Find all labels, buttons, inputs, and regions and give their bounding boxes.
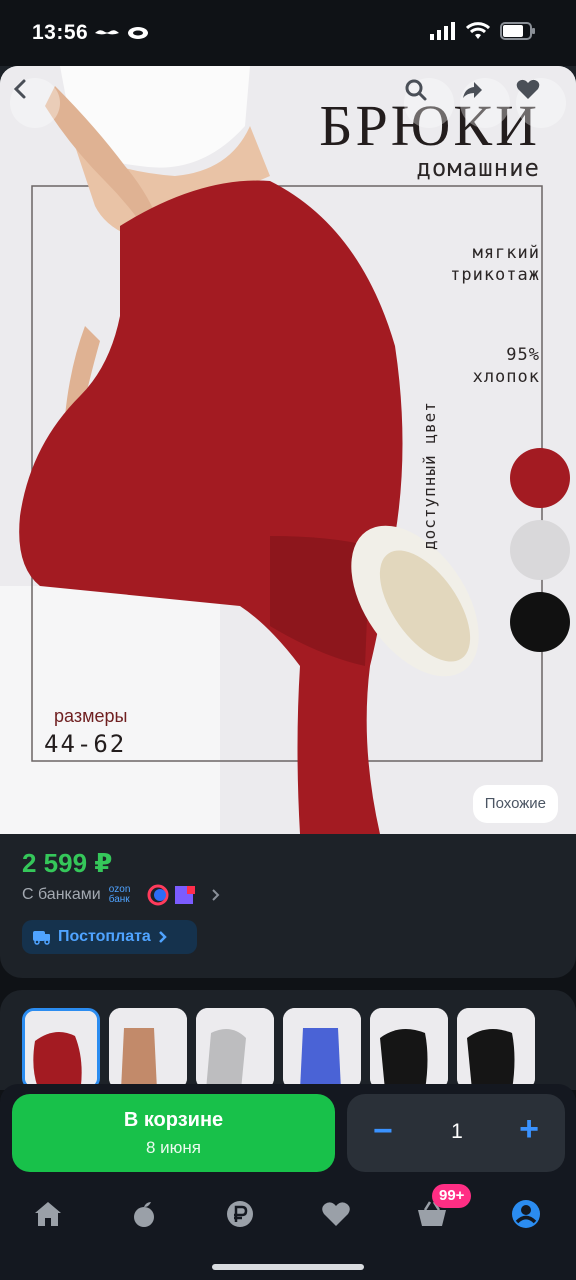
cart-count-badge: 99+	[432, 1184, 472, 1208]
favorite-button[interactable]	[516, 78, 566, 128]
ad-feature-soft-line1: мягкий	[472, 243, 540, 263]
tab-home[interactable]	[28, 1194, 68, 1234]
swatch-red	[510, 448, 570, 508]
delivery-date: 8 июня	[145, 1138, 202, 1157]
heart-icon	[516, 79, 540, 99]
variant-image	[109, 1008, 187, 1090]
variant-thumb-red[interactable]	[22, 1008, 100, 1090]
status-bar: 13:56	[0, 0, 576, 66]
heart-icon	[322, 1202, 350, 1226]
tab-profile[interactable]	[506, 1194, 546, 1234]
swatch-grey	[510, 520, 570, 580]
swatch-black	[510, 592, 570, 652]
variant-image	[283, 1008, 361, 1090]
variant-image	[457, 1008, 535, 1090]
cart-panel: В корзине 8 июня − 1 +	[0, 1084, 576, 1194]
ad-sizes-value: 44-62	[44, 730, 127, 758]
ad-feature-cotton-line2: хлопок	[472, 367, 540, 387]
ozon-bank-logo: ozon банк	[108, 884, 131, 905]
ad-sizes-label: размеры	[54, 706, 128, 726]
plus-icon[interactable]: +	[519, 1112, 539, 1146]
bank-offers-row[interactable]: С банками ozon банк	[22, 884, 227, 906]
ad-feature-cotton: 95% хлопок	[473, 344, 540, 388]
variant-image	[25, 1011, 97, 1087]
quantity-value: 1	[451, 1120, 463, 1143]
status-system-icons	[430, 22, 536, 40]
wifi-icon	[466, 22, 490, 39]
signal-icon	[430, 22, 455, 40]
status-notification-icons	[93, 24, 153, 47]
home-indicator	[212, 1264, 364, 1270]
tab-finance[interactable]	[220, 1194, 260, 1234]
ad-feature-soft: мягкий трикотаж	[450, 242, 540, 286]
ruble-icon	[227, 1201, 253, 1227]
bank-logos-icon	[147, 884, 220, 906]
search-icon	[405, 79, 427, 101]
variant-thumb-beige[interactable]	[109, 1008, 187, 1090]
back-button[interactable]	[10, 78, 60, 128]
mustache-icon	[95, 30, 119, 35]
search-button[interactable]	[404, 78, 454, 128]
truck-icon	[33, 931, 50, 945]
minus-icon[interactable]: −	[373, 1114, 393, 1148]
in-cart-button[interactable]: В корзине 8 июня	[12, 1094, 335, 1172]
profile-icon	[512, 1200, 540, 1228]
status-time: 13:56	[32, 21, 89, 44]
share-button[interactable]	[460, 78, 510, 128]
home-icon	[35, 1202, 61, 1226]
banks-label: С банками	[22, 886, 101, 903]
ad-feature-cotton-line1: 95%	[506, 345, 540, 365]
ad-subtitle: домашние	[416, 154, 540, 182]
variant-image	[196, 1008, 274, 1090]
ad-colors-label: доступный цвет	[420, 401, 439, 550]
quantity-stepper: − 1 +	[347, 1094, 565, 1172]
tab-fresh[interactable]	[124, 1194, 164, 1234]
product-image[interactable]: БРЮКИ домашние мягкий трикотаж 95% хлопо…	[0, 66, 576, 834]
product-card: БРЮКИ домашние мягкий трикотаж 95% хлопо…	[0, 66, 576, 978]
similar-button[interactable]: Похожие	[472, 785, 558, 823]
variant-thumb-blue[interactable]	[283, 1008, 361, 1090]
price: 2 599 ₽	[22, 848, 113, 878]
in-cart-label: В корзине	[123, 1109, 224, 1131]
ad-feature-soft-line2: трикотаж	[450, 265, 540, 285]
apple-icon	[134, 1202, 154, 1227]
battery-icon	[500, 22, 535, 40]
chevron-left-icon	[13, 79, 26, 99]
variant-thumb-black[interactable]	[370, 1008, 448, 1090]
variant-thumb-black-2[interactable]	[457, 1008, 535, 1090]
variant-thumbnails	[0, 990, 576, 1090]
variant-image	[370, 1008, 448, 1090]
variant-thumb-grey[interactable]	[196, 1008, 274, 1090]
share-icon	[463, 82, 482, 98]
tab-favorites[interactable]	[316, 1194, 356, 1234]
postpay-label: Постоплата	[58, 928, 151, 945]
chevron-right-icon	[158, 931, 167, 943]
postpay-button[interactable]: Постоплата	[22, 920, 197, 954]
